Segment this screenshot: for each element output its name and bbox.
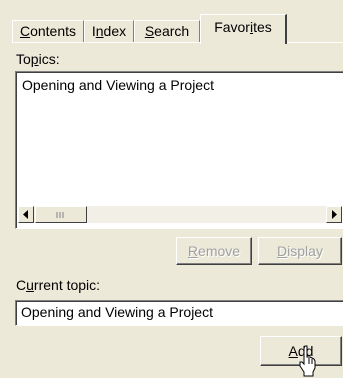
scroll-right-button[interactable] [326, 206, 342, 223]
tab-contents[interactable]: Contents [12, 20, 84, 42]
arrow-left-icon [23, 210, 28, 219]
topics-label: Topics: [16, 51, 60, 67]
tab-index[interactable]: Index [84, 20, 134, 42]
tab-favorites-label: Favorites [214, 19, 272, 35]
tab-search-label: Search [144, 23, 190, 39]
horizontal-scrollbar[interactable] [18, 206, 342, 223]
scroll-left-button[interactable] [18, 206, 34, 223]
tab-contents-label: Contents [19, 23, 77, 39]
scroll-thumb[interactable] [35, 206, 87, 223]
list-item[interactable]: Opening and Viewing a Project [22, 77, 214, 93]
current-topic-label: Current topic: [16, 277, 101, 293]
tab-search[interactable]: Search [134, 20, 200, 42]
display-button[interactable]: Display [258, 237, 342, 265]
current-topic-field[interactable]: Opening and Viewing a Project [15, 300, 343, 326]
remove-button-label: Remove [187, 243, 241, 259]
tab-panel-edge [12, 42, 343, 43]
topics-list[interactable]: Opening and Viewing a Project [15, 71, 343, 229]
tab-favorites[interactable]: Favorites [200, 14, 287, 44]
arrow-right-icon [332, 210, 337, 219]
tab-index-label: Index [91, 23, 127, 39]
remove-button[interactable]: Remove [176, 237, 252, 265]
current-topic-value: Opening and Viewing a Project [21, 304, 213, 320]
display-button-label: Display [277, 243, 323, 259]
grip-icon [56, 211, 64, 218]
mouse-pointer-icon [299, 345, 316, 377]
